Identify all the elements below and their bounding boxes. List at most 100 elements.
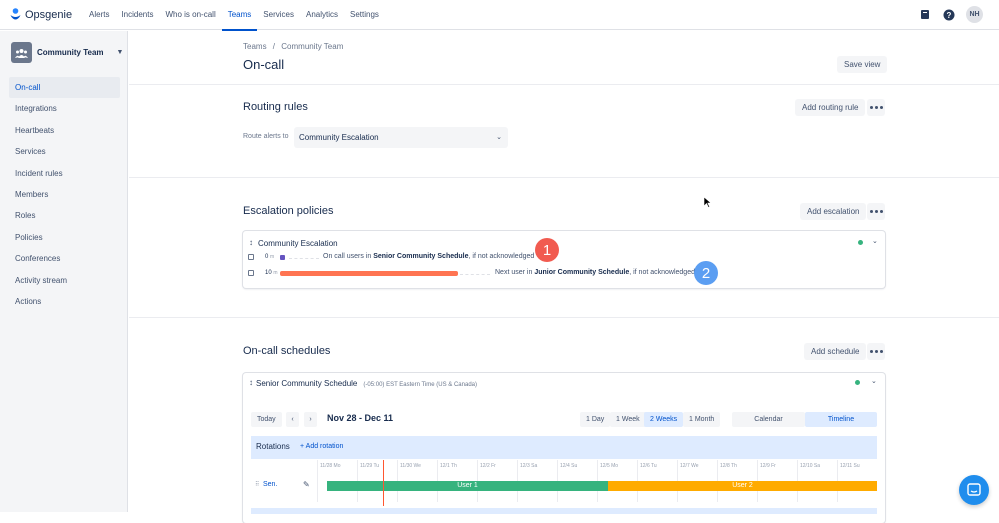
rotations-header: Rotations + Add rotation <box>251 436 877 459</box>
add-escalation-button[interactable]: Add escalation <box>800 203 867 220</box>
team-sidebar: Community Team ▼ On-call Integrations He… <box>0 31 128 512</box>
drag-handle-icon[interactable]: ⠿ <box>255 481 259 488</box>
timeline-days: 11/28 Mo 11/29 Tu 11/30 We 12/1 Th 12/2 … <box>317 460 877 472</box>
sidebar-item-services[interactable]: Services <box>9 141 120 162</box>
timeline-view-tab[interactable]: Timeline <box>805 412 877 427</box>
period-1-week[interactable]: 1 Week <box>610 412 646 427</box>
sidebar-item-roles[interactable]: Roles <box>9 205 120 226</box>
team-people-icon <box>15 48 28 58</box>
add-rotation-link[interactable]: + Add rotation <box>300 443 343 450</box>
schedule-name[interactable]: Senior Community Schedule (-05:00) EST Ea… <box>256 379 477 388</box>
pencil-icon[interactable]: ✎ <box>303 480 310 489</box>
calendar-view-tab[interactable]: Calendar <box>732 412 805 427</box>
current-time-line <box>383 460 384 506</box>
save-view-button[interactable]: Save view <box>837 56 888 73</box>
drag-handle-icon[interactable]: ↕ <box>249 238 253 247</box>
chat-button[interactable] <box>959 475 989 505</box>
sidebar-item-conferences[interactable]: Conferences <box>9 248 120 269</box>
nav-analytics[interactable]: Analytics <box>300 0 344 30</box>
nav-teams[interactable]: Teams <box>221 0 258 31</box>
rotation-name[interactable]: Sen. <box>263 481 277 488</box>
user-2-bar[interactable]: User 2 <box>608 481 877 491</box>
top-navigation: Opsgenie Alerts Incidents Who is on-call… <box>0 0 999 31</box>
breadcrumb-teams[interactable]: Teams <box>243 42 267 51</box>
prev-arrow-icon[interactable]: ‹ <box>286 412 299 427</box>
schedules-more-button[interactable] <box>867 343 885 360</box>
rule-text: Next user in Junior Community Schedule, … <box>495 269 695 276</box>
main-nav: Alerts Incidents Who is on-call Teams Se… <box>83 0 385 31</box>
rule-icon <box>248 254 254 260</box>
rule-icon <box>248 270 254 276</box>
nav-services[interactable]: Services <box>257 0 300 30</box>
period-2-weeks[interactable]: 2 Weeks <box>644 412 684 427</box>
delay-bar <box>280 255 285 260</box>
schedule-card: ↕ Senior Community Schedule (-05:00) EST … <box>243 373 885 523</box>
day-label: 12/2 Fr <box>477 460 517 472</box>
timeline-footer <box>251 508 877 514</box>
rule-time: 0 m <box>265 254 275 260</box>
day-label: 12/3 Sa <box>517 460 557 472</box>
add-routing-rule-button[interactable]: Add routing rule <box>795 99 866 116</box>
day-label: 11/29 Tu <box>357 460 397 472</box>
user-avatar[interactable]: NH <box>966 6 983 23</box>
chevron-down-icon: ⌄ <box>496 134 502 141</box>
sidebar-item-incident-rules[interactable]: Incident rules <box>9 163 120 184</box>
route-select[interactable]: Community Escalation ⌄ <box>294 127 508 148</box>
nav-incidents[interactable]: Incidents <box>115 0 159 30</box>
day-label: 12/4 Su <box>557 460 597 472</box>
top-icons: ? NH <box>918 6 983 23</box>
drag-handle-icon[interactable]: ↕ <box>249 378 253 387</box>
divider <box>129 84 999 85</box>
period-1-month[interactable]: 1 Month <box>683 412 721 427</box>
annotation-badge: 1 <box>535 238 559 262</box>
sidebar-item-members[interactable]: Members <box>9 184 120 205</box>
sidebar-item-on-call[interactable]: On-call <box>9 77 120 98</box>
routing-rules-title: Routing rules <box>243 101 308 113</box>
breadcrumb-current[interactable]: Community Team <box>281 42 343 51</box>
escalation-more-button[interactable] <box>867 203 885 220</box>
routing-more-button[interactable] <box>867 99 885 116</box>
sidebar-item-heartbeats[interactable]: Heartbeats <box>9 120 120 141</box>
escalation-policy-name[interactable]: Community Escalation <box>258 239 338 248</box>
nav-alerts[interactable]: Alerts <box>83 0 115 30</box>
main-content: Teams / Community Team On-call Save view… <box>129 31 999 523</box>
day-label: 12/11 Su <box>837 460 877 472</box>
nav-settings[interactable]: Settings <box>344 0 385 30</box>
chevron-down-icon[interactable]: ⌄ <box>871 377 877 385</box>
rotations-label: Rotations <box>256 442 290 451</box>
day-label: 12/9 Fr <box>757 460 797 472</box>
nav-who-is-on-call[interactable]: Who is on-call <box>159 0 221 30</box>
day-label: 12/10 Sa <box>797 460 837 472</box>
sidebar-item-policies[interactable]: Policies <box>9 227 120 248</box>
day-label: 11/28 Mo <box>317 460 357 472</box>
rule-text: On call users in Senior Community Schedu… <box>323 253 535 260</box>
next-arrow-icon[interactable]: › <box>304 412 317 427</box>
opsgenie-logo[interactable]: Opsgenie <box>10 8 72 21</box>
chevron-down-icon[interactable]: ⌄ <box>872 237 878 245</box>
sidebar-item-integrations[interactable]: Integrations <box>9 98 120 119</box>
sidebar-item-activity-stream[interactable]: Activity stream <box>9 270 120 291</box>
rule-time: 10 m <box>265 270 278 276</box>
team-avatar <box>11 42 32 63</box>
sidebar-item-actions[interactable]: Actions <box>9 291 120 312</box>
help-icon[interactable]: ? <box>942 8 956 22</box>
day-label: 12/8 Th <box>717 460 757 472</box>
period-1-day[interactable]: 1 Day <box>580 412 611 427</box>
breadcrumb-separator: / <box>272 42 276 51</box>
page-title: On-call <box>243 57 285 72</box>
chevron-down-icon[interactable]: ▼ <box>117 49 124 56</box>
today-button[interactable]: Today <box>251 412 282 427</box>
app-name: Opsgenie <box>25 8 73 21</box>
breadcrumb: Teams / Community Team <box>243 42 347 51</box>
add-schedule-button[interactable]: Add schedule <box>804 343 867 360</box>
mouse-cursor-icon <box>704 197 712 208</box>
schedules-title: On-call schedules <box>243 345 331 357</box>
chat-icon <box>967 483 981 496</box>
divider <box>129 177 999 178</box>
day-label: 11/30 We <box>397 460 437 472</box>
delay-bar <box>280 271 458 276</box>
escalation-card: ↕ Community Escalation ⌄ 0 m On call use… <box>243 231 885 288</box>
book-icon[interactable] <box>918 8 932 22</box>
team-switcher[interactable]: Community Team ▼ <box>11 42 123 63</box>
user-1-bar[interactable]: User 1 <box>327 481 608 491</box>
